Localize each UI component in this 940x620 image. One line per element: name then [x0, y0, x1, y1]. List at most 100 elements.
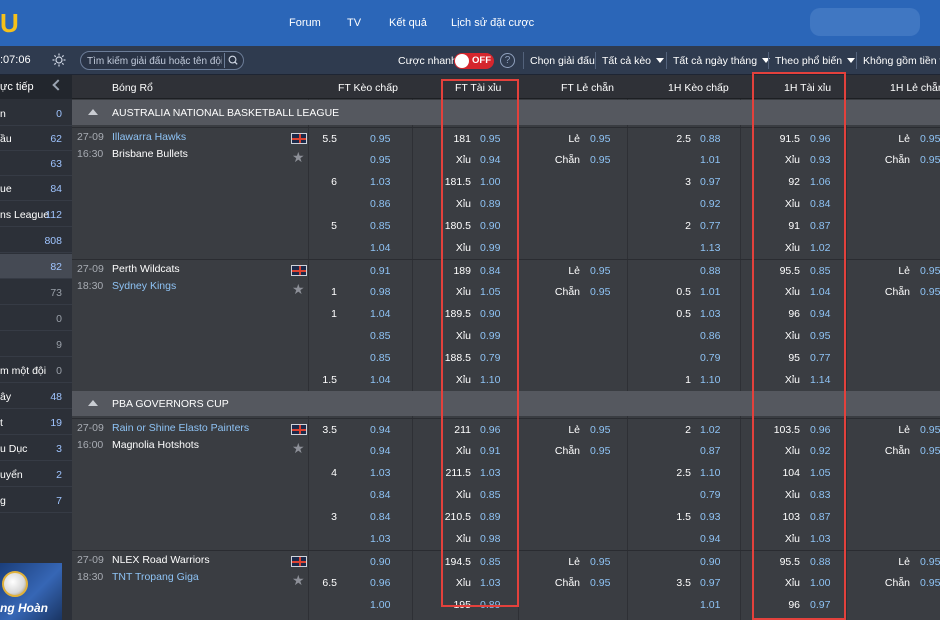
live-stream-icon[interactable]	[291, 556, 307, 567]
sidebar-item[interactable]: uyển 2	[0, 462, 72, 487]
h1-odd-even-odds[interactable]: 0.95	[920, 424, 940, 436]
sidebar-item[interactable]: 808	[0, 228, 72, 253]
ft-handicap-odds[interactable]: 0.85	[370, 220, 390, 232]
search-input[interactable]	[87, 54, 222, 68]
live-stream-icon[interactable]	[291, 133, 307, 144]
sidebar-item[interactable]: 73	[0, 280, 72, 305]
ft-handicap-odds[interactable]: 1.04	[370, 308, 390, 320]
sidebar-item[interactable]: g7	[0, 488, 72, 513]
h1-odd-even-odds[interactable]: 0.95	[920, 577, 940, 589]
sort-dropdown[interactable]: Theo phổ biến	[775, 55, 856, 67]
account-area[interactable]	[810, 8, 920, 36]
away-team[interactable]: Sydney Kings	[112, 280, 176, 292]
all-dates-dropdown[interactable]: Tất cả ngày tháng	[673, 55, 771, 67]
promo-banner[interactable]: ng Hoàn	[0, 563, 62, 620]
h1-handicap-odds[interactable]: 0.86	[700, 330, 720, 342]
ft-handicap-odds[interactable]: 0.94	[370, 424, 390, 436]
cashout-filter[interactable]: Không gồm tiền về	[863, 55, 940, 67]
home-team[interactable]: Illawarra Hawks	[112, 131, 186, 143]
h1-odd-even-odds[interactable]: 0.95	[920, 556, 940, 568]
nav-results[interactable]: Kết quả	[389, 17, 427, 29]
h1-handicap-odds[interactable]: 0.77	[700, 220, 720, 232]
h1-odd-even-odds[interactable]: 0.95	[920, 265, 940, 277]
sidebar-item[interactable]: m một đội 0	[0, 358, 72, 383]
h1-handicap-odds[interactable]: 1.02	[700, 424, 720, 436]
nav-tv[interactable]: TV	[347, 17, 361, 29]
live-stream-icon[interactable]	[291, 424, 307, 435]
h1-odd-even-odds[interactable]: 0.95	[920, 445, 940, 457]
h1-handicap-odds[interactable]: 0.88	[700, 133, 720, 145]
sidebar-item[interactable]: 9	[0, 332, 72, 357]
ft-handicap-odds[interactable]: 0.91	[370, 265, 390, 277]
ft-handicap-odds[interactable]: 0.94	[370, 445, 390, 457]
sidebar-item[interactable]: 0	[0, 306, 72, 331]
collapse-icon[interactable]	[88, 109, 98, 115]
ft-handicap-odds[interactable]: 1.03	[370, 176, 390, 188]
ft-handicap-odds[interactable]: 0.98	[370, 286, 390, 298]
ft-handicap-odds[interactable]: 0.86	[370, 198, 390, 210]
h1-handicap-odds[interactable]: 0.87	[700, 445, 720, 457]
ft-handicap-odds[interactable]: 1.04	[370, 374, 390, 386]
favorite-star-icon[interactable]: ★	[292, 150, 305, 164]
h1-odd-even-odds[interactable]: 0.95	[920, 154, 940, 166]
h1-handicap-odds[interactable]: 1.13	[700, 242, 720, 254]
ft-handicap-odds[interactable]: 1.00	[370, 599, 390, 611]
nav-forum[interactable]: Forum	[289, 17, 321, 29]
h1-handicap-odds[interactable]: 0.97	[700, 577, 720, 589]
h1-handicap-odds[interactable]: 0.93	[700, 511, 720, 523]
brightness-icon[interactable]	[52, 53, 66, 67]
ft-odd-even-odds[interactable]: 0.95	[590, 424, 610, 436]
h1-handicap-odds[interactable]: 1.03	[700, 308, 720, 320]
away-team[interactable]: TNT Tropang Giga	[112, 571, 199, 583]
h1-handicap-odds[interactable]: 0.94	[700, 533, 720, 545]
ft-odd-even-odds[interactable]: 0.95	[590, 133, 610, 145]
h1-handicap-odds[interactable]: 1.01	[700, 286, 720, 298]
favorite-star-icon[interactable]: ★	[292, 573, 305, 587]
ft-odd-even-odds[interactable]: 0.95	[590, 286, 610, 298]
ft-handicap-odds[interactable]: 0.95	[370, 154, 390, 166]
sidebar-item[interactable]: ns League 112	[0, 202, 72, 227]
ft-handicap-odds[interactable]: 0.90	[370, 556, 390, 568]
sidebar-item[interactable]: ầu 62	[0, 126, 72, 151]
sidebar-item[interactable]: ue 84	[0, 176, 72, 201]
ft-handicap-odds[interactable]: 0.85	[370, 352, 390, 364]
h1-odd-even-odds[interactable]: 0.95	[920, 286, 940, 298]
h1-handicap-odds[interactable]: 0.90	[700, 556, 720, 568]
help-icon[interactable]: ?	[500, 53, 515, 68]
home-team[interactable]: Rain or Shine Elasto Painters	[112, 422, 249, 434]
favorite-star-icon[interactable]: ★	[292, 441, 305, 455]
ft-odd-even-odds[interactable]: 0.95	[590, 577, 610, 589]
ft-odd-even-odds[interactable]: 0.95	[590, 265, 610, 277]
search-icon[interactable]	[224, 53, 240, 68]
h1-handicap-odds[interactable]: 1.10	[700, 374, 720, 386]
h1-handicap-odds[interactable]: 1.01	[700, 599, 720, 611]
ft-odd-even-odds[interactable]: 0.95	[590, 445, 610, 457]
h1-handicap-odds[interactable]: 1.01	[700, 154, 720, 166]
quick-bet-toggle[interactable]: OFF	[454, 53, 494, 69]
chevron-left-icon[interactable]	[52, 79, 64, 91]
ft-odd-even-odds[interactable]: 0.95	[590, 154, 610, 166]
h1-handicap-odds[interactable]: 0.79	[700, 489, 720, 501]
nav-bet-history[interactable]: Lịch sử đặt cược	[451, 17, 534, 29]
ft-odd-even-odds[interactable]: 0.95	[590, 556, 610, 568]
h1-handicap-odds[interactable]: 0.97	[700, 176, 720, 188]
sidebar-item[interactable]: u Dục 3	[0, 436, 72, 461]
ft-handicap-odds[interactable]: 0.85	[370, 330, 390, 342]
h1-handicap-odds[interactable]: 0.92	[700, 198, 720, 210]
ft-handicap-odds[interactable]: 0.84	[370, 511, 390, 523]
sidebar-item[interactable]: n0	[0, 101, 72, 126]
choose-league-button[interactable]: Chọn giải đấu	[530, 55, 595, 67]
ft-handicap-odds[interactable]: 1.03	[370, 533, 390, 545]
h1-handicap-odds[interactable]: 0.88	[700, 265, 720, 277]
live-stream-icon[interactable]	[291, 265, 307, 276]
ft-handicap-odds[interactable]: 0.96	[370, 577, 390, 589]
collapse-icon[interactable]	[88, 400, 98, 406]
sidebar-item[interactable]: ây 48	[0, 384, 72, 409]
sidebar-item[interactable]: 82	[0, 254, 72, 279]
ft-handicap-odds[interactable]: 0.84	[370, 489, 390, 501]
ft-handicap-odds[interactable]: 0.95	[370, 133, 390, 145]
all-odds-dropdown[interactable]: Tất cả kèo	[602, 55, 665, 67]
ft-handicap-odds[interactable]: 1.03	[370, 467, 390, 479]
h1-handicap-odds[interactable]: 0.79	[700, 352, 720, 364]
favorite-star-icon[interactable]: ★	[292, 282, 305, 296]
